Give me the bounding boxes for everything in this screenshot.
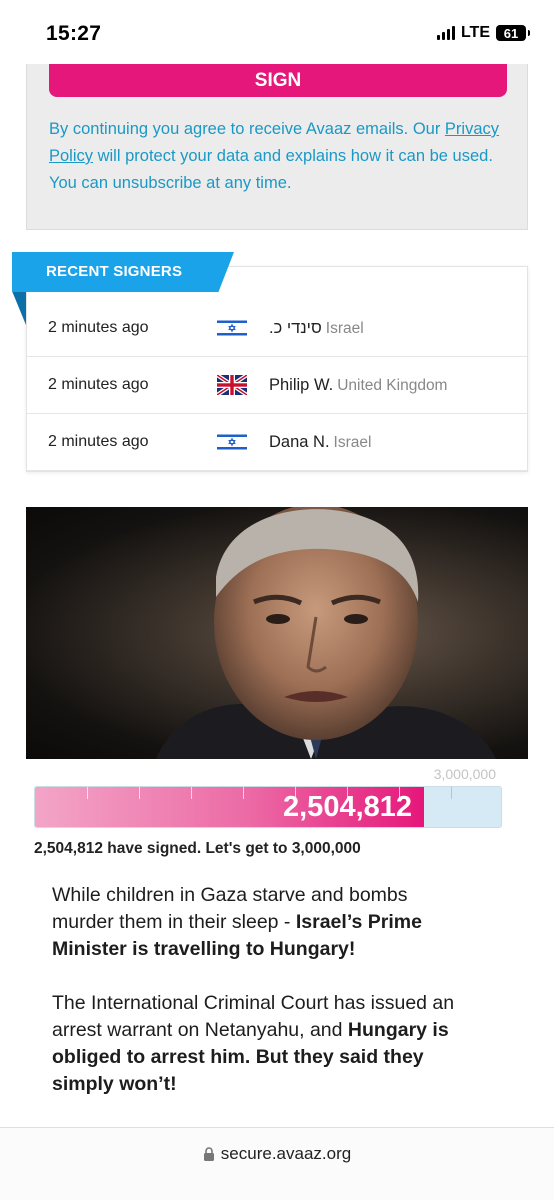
battery-icon: 61 <box>496 25 530 41</box>
signer-row: 2 minutes ago סינדי כ. Israel <box>27 300 527 357</box>
signer-time: 2 minutes ago <box>48 319 149 336</box>
signer-info: סינדי כ. Israel <box>269 319 364 338</box>
cellular-signal-icon <box>436 26 455 40</box>
signer-info: Dana N. Israel <box>269 433 371 452</box>
consent-text-start: By continuing you agree to receive Avaaz… <box>49 120 445 138</box>
signer-country: United Kingdom <box>337 376 448 394</box>
goal-label: 3,000,000 <box>433 766 496 782</box>
progress-tick <box>139 787 140 799</box>
campaign-paragraph-2: The International Criminal Court has iss… <box>52 990 472 1098</box>
signer-name: סינדי כ. <box>269 318 322 337</box>
campaign-photo <box>26 507 528 759</box>
status-time: 15:27 <box>46 22 102 45</box>
url-display[interactable]: secure.avaaz.org <box>0 1144 554 1164</box>
lock-icon <box>203 1147 214 1162</box>
status-indicators: LTE 61 <box>436 24 530 42</box>
progress-tick <box>191 787 192 799</box>
progress-tick <box>87 787 88 799</box>
battery-level: 61 <box>503 25 519 41</box>
signer-name: Dana N. <box>269 432 330 451</box>
tab-fold <box>12 291 26 325</box>
signer-country: Israel <box>333 433 372 451</box>
uk-flag-icon <box>217 375 247 395</box>
signer-time: 2 minutes ago <box>48 376 149 393</box>
portrait-illustration <box>156 507 496 759</box>
sign-box: SIGN By continuing you agree to receive … <box>26 64 528 230</box>
sign-button[interactable]: SIGN <box>49 64 507 97</box>
signature-progress-bar: 2,504,812 <box>34 786 502 828</box>
campaign-paragraph-1: While children in Gaza starve and bombs … <box>52 882 472 963</box>
status-bar: 15:27 LTE 61 <box>0 0 554 64</box>
signer-country: Israel <box>325 319 364 337</box>
signer-row: 2 minutes ago Philip W. United Kingdom <box>27 357 527 414</box>
israel-flag-icon <box>217 432 247 452</box>
url-text: secure.avaaz.org <box>220 1144 352 1163</box>
signature-count: 2,504,812 <box>283 791 413 823</box>
browser-url-bar[interactable]: secure.avaaz.org <box>0 1128 554 1200</box>
israel-flag-icon <box>217 318 247 338</box>
signer-name: Philip W. <box>269 375 334 394</box>
progress-tick <box>451 787 452 799</box>
consent-text-end: will protect your data and explains how … <box>49 147 493 192</box>
network-type: LTE <box>460 24 490 41</box>
signer-info: Philip W. United Kingdom <box>269 376 447 395</box>
signed-summary: 2,504,812 have signed. Let's get to 3,00… <box>34 840 361 857</box>
consent-text: By continuing you agree to receive Avaaz… <box>49 116 511 197</box>
signer-time: 2 minutes ago <box>48 433 149 450</box>
progress-tick <box>243 787 244 799</box>
signer-row: 2 minutes ago Dana N. Israel <box>27 414 527 471</box>
recent-signers-title: RECENT SIGNERS <box>12 252 234 292</box>
